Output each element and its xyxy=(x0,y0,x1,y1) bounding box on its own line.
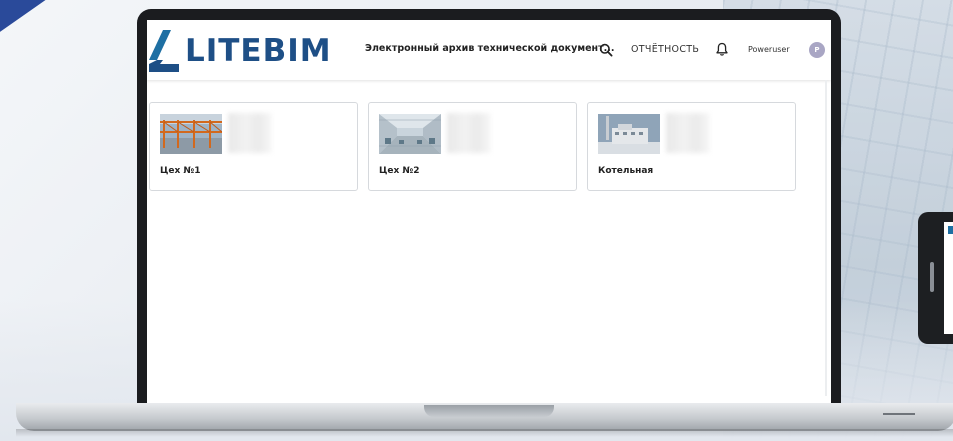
logo-text: LITEBIM xyxy=(185,32,332,69)
object-card[interactable]: Цех №2 xyxy=(368,102,577,191)
factory-hall-interior-photo xyxy=(379,114,441,154)
blurred-info xyxy=(447,113,491,153)
object-cards-grid: Цех №1 Цех №2 Котельная xyxy=(147,102,831,202)
laptop-indicator-line xyxy=(883,413,915,415)
card-title: Котельная xyxy=(598,166,654,176)
app-header: LITEBIM Электронный архив технической до… xyxy=(147,20,831,80)
laptop-screen: LITEBIM Электронный архив технической до… xyxy=(147,20,831,405)
bell-icon[interactable] xyxy=(715,42,729,57)
user-name[interactable]: Poweruser xyxy=(748,45,790,54)
steel-frame-workshop-photo xyxy=(160,114,222,154)
blurred-info xyxy=(228,113,272,153)
blurred-info xyxy=(666,113,710,153)
page-title: Электронный архив технической документ..… xyxy=(365,43,615,54)
reports-link[interactable]: ОТЧЁТНОСТЬ xyxy=(631,44,699,55)
laptop-opening-notch xyxy=(424,405,554,417)
logo[interactable]: LITEBIM xyxy=(149,28,332,74)
phone-device xyxy=(918,212,953,344)
card-title: Цех №1 xyxy=(160,166,201,176)
boiler-house-exterior-photo xyxy=(598,114,660,154)
phone-screen xyxy=(944,222,953,334)
phone-logo-icon xyxy=(948,226,953,234)
phone-home-button xyxy=(930,262,934,292)
object-card[interactable]: Цех №1 xyxy=(149,102,358,191)
search-icon[interactable] xyxy=(599,43,613,57)
avatar[interactable]: P xyxy=(809,42,825,58)
object-card[interactable]: Котельная xyxy=(587,102,796,191)
litebim-logo-icon xyxy=(149,30,179,72)
card-title: Цех №2 xyxy=(379,166,420,176)
background-accent-shape xyxy=(0,0,56,37)
